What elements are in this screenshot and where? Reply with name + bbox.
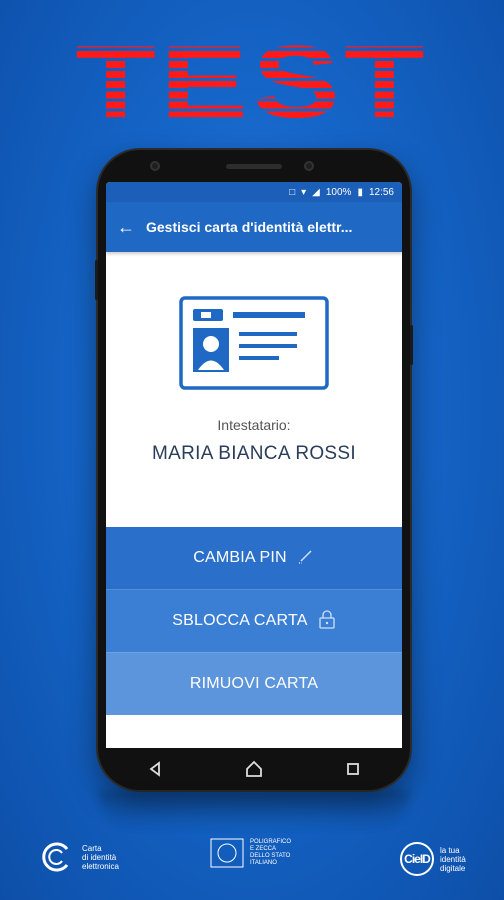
ipzs-line: ITALIANO	[250, 860, 277, 866]
pencil-icon	[297, 547, 315, 570]
arrow-left-icon[interactable]: ←	[106, 217, 146, 238]
change-pin-label: CAMBIA PIN	[193, 549, 287, 566]
battery-icon: ▮	[357, 186, 363, 198]
cieid-line: identità	[440, 854, 466, 864]
footer-logos: Carta di identità elettronica POLIGRAFIC…	[0, 830, 504, 890]
cie-line: di identità	[82, 852, 117, 862]
home-icon[interactable]	[234, 754, 274, 784]
phone-volume-button	[95, 260, 98, 300]
lock-icon	[318, 609, 336, 634]
cie-logo: Carta di identità elettronica	[40, 840, 119, 874]
cieid-line: digitale	[440, 863, 466, 873]
phone-frame: □ ▾ ◢ 100% ▮ 12:56 ← Gestisci carta d'id…	[95, 150, 413, 790]
card-holder-panel: Intestatario: MARIA BIANCA ROSSI	[106, 252, 402, 527]
phone-front-camera-icon	[304, 161, 314, 171]
cie-line: Carta	[82, 843, 102, 853]
ipzs-line: POLIGRAFICO	[250, 839, 292, 845]
unlock-card-button[interactable]: SBLOCCA CARTA	[106, 589, 402, 652]
status-bar: □ ▾ ◢ 100% ▮ 12:56	[106, 182, 402, 202]
cie-c-icon	[42, 842, 69, 872]
android-nav-bar	[106, 748, 402, 790]
app-screen: □ ▾ ◢ 100% ▮ 12:56 ← Gestisci carta d'id…	[106, 182, 402, 748]
wifi-icon: ▾	[301, 186, 307, 198]
page-title: Gestisci carta d'identità elettr...	[146, 219, 353, 235]
cieid-logo: CieID la tua identità digitale	[400, 842, 466, 876]
holder-label: Intestatario:	[217, 417, 291, 433]
phone-sensor-icon	[150, 161, 160, 171]
cieid-line: la tua	[440, 845, 460, 855]
ipzs-line: E ZECCA	[250, 846, 277, 852]
ipzs-logo: POLIGRAFICO E ZECCA DELLO STATO ITALIANO	[210, 838, 330, 868]
remove-card-label: RIMUOVI CARTA	[189, 675, 319, 692]
unlock-card-label: SBLOCCA CARTA	[172, 612, 308, 629]
recents-square-icon[interactable]	[333, 754, 373, 784]
back-triangle-icon[interactable]	[135, 754, 175, 784]
status-time: 12:56	[368, 186, 394, 198]
signal-icon: ◢	[312, 186, 320, 198]
change-pin-button[interactable]: CAMBIA PIN	[106, 527, 402, 589]
test-watermark-banner: TEST	[0, 22, 504, 142]
id-card-icon	[179, 296, 329, 395]
ipzs-line: DELLO STATO	[250, 853, 291, 859]
holder-name: MARIA BIANCA ROSSI	[152, 443, 356, 464]
phone-speaker	[226, 164, 282, 169]
vibrate-icon: □	[289, 186, 296, 198]
test-watermark-text: TEST	[75, 24, 429, 139]
phone-power-button	[410, 325, 413, 365]
battery-percent: 100%	[325, 186, 352, 198]
cie-line: elettronica	[82, 861, 119, 871]
ipzs-emblem-icon	[210, 838, 244, 868]
app-bar: ← Gestisci carta d'identità elettr...	[106, 202, 402, 252]
cieid-logo-mark: CieID	[400, 842, 434, 876]
remove-card-button[interactable]: RIMUOVI CARTA	[106, 652, 402, 715]
